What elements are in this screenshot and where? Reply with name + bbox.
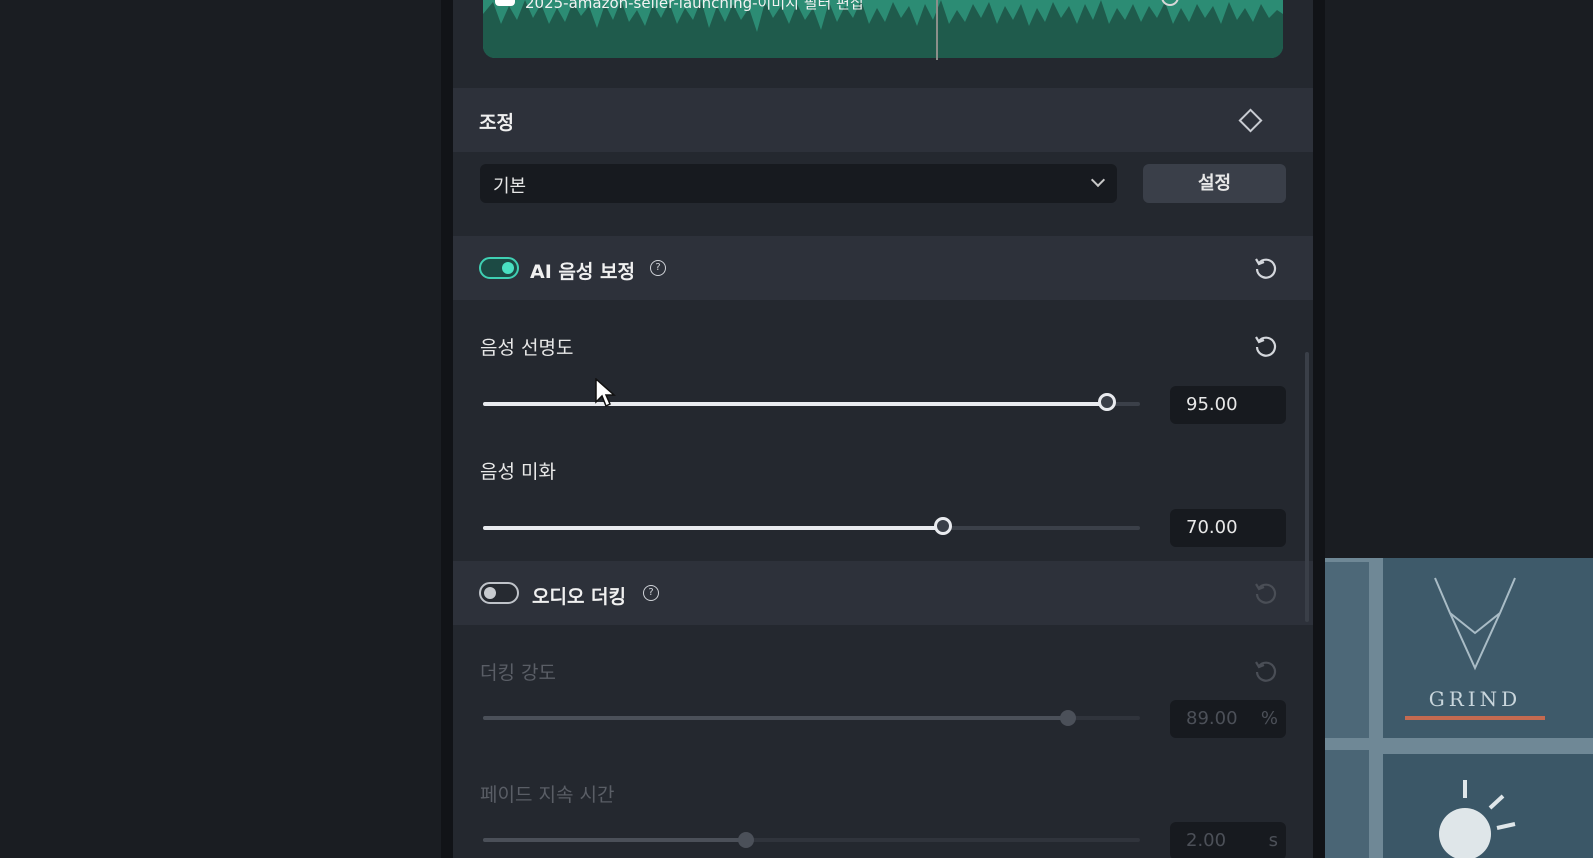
ai-voice-enhance-header: AI 음성 보정 ? — [453, 236, 1313, 300]
ducking-strength-slider — [483, 710, 1140, 726]
audio-clip-icon — [495, 0, 515, 6]
panel-scrollbar[interactable] — [1305, 352, 1309, 622]
slider-fill — [483, 526, 943, 530]
ducking-strength-value-field: 89.00 % — [1170, 700, 1286, 738]
slider-fill — [483, 838, 746, 842]
slider-thumb — [737, 832, 754, 848]
slider-thumb — [1059, 710, 1076, 726]
playhead-marker — [936, 0, 938, 60]
adjust-section-title: 조정 — [479, 112, 514, 134]
chevron-down-icon — [1090, 172, 1106, 188]
voice-beautify-value-field[interactable]: 70.00 — [1170, 509, 1286, 547]
voice-clarity-value: 95.00 — [1186, 394, 1238, 415]
fade-duration-unit: s — [1268, 830, 1278, 851]
video-preview-thumbnail: GRIND — [1325, 558, 1593, 858]
voice-beautify-label: 음성 미화 — [480, 461, 556, 483]
voice-clarity-value-field[interactable]: 95.00 — [1170, 386, 1286, 424]
preset-selected-value: 기본 — [493, 176, 527, 197]
slider-fill — [483, 716, 1068, 720]
audio-ducking-header: 오디오 더킹 ? — [453, 561, 1313, 625]
book-covers-image: GRIND — [1325, 558, 1593, 858]
right-divider — [1313, 0, 1325, 858]
preset-dropdown[interactable]: 기본 — [480, 164, 1117, 203]
ai-voice-enhance-toggle[interactable] — [479, 257, 519, 279]
fade-duration-value: 2.00 — [1186, 830, 1227, 851]
reset-icon[interactable] — [1253, 255, 1279, 281]
ducking-strength-unit: % — [1260, 708, 1278, 729]
grind-text: GRIND — [1429, 687, 1521, 711]
voice-clarity-reset-icon[interactable] — [1253, 333, 1279, 359]
audio-properties-panel: 2025-amazon-seller-launching-이미지 필터 편집 조… — [453, 0, 1313, 858]
toggle-knob — [484, 587, 496, 599]
ducking-strength-reset-icon — [1255, 661, 1277, 682]
slider-fill — [483, 402, 1108, 406]
voice-beautify-value: 70.00 — [1186, 517, 1238, 538]
question-circle-icon[interactable]: ? — [643, 585, 659, 601]
mouse-cursor-icon — [595, 378, 616, 408]
slider-thumb[interactable] — [1098, 393, 1117, 411]
fade-duration-label: 페이드 지속 시간 — [480, 784, 615, 806]
keyframe-diamond-icon[interactable] — [1238, 108, 1263, 133]
settings-button[interactable]: 설정 — [1143, 164, 1286, 203]
slider-thumb[interactable] — [933, 517, 952, 535]
ducking-strength-value: 89.00 — [1186, 708, 1238, 729]
fade-duration-value-field: 2.00 s — [1170, 822, 1286, 858]
toggle-knob — [502, 262, 514, 274]
voice-clarity-slider[interactable] — [483, 393, 1140, 411]
left-divider — [441, 0, 453, 858]
voice-beautify-slider[interactable] — [483, 517, 1140, 535]
clip-title: 2025-amazon-seller-launching-이미지 필터 편집 — [525, 0, 864, 12]
voice-clarity-label: 음성 선명도 — [480, 337, 574, 359]
adjust-section-header: 조정 — [453, 88, 1313, 152]
audio-ducking-title: 오디오 더킹 — [532, 586, 627, 608]
fade-duration-slider — [483, 832, 1140, 848]
reset-icon — [1255, 583, 1277, 604]
ducking-strength-label: 더킹 강도 — [480, 662, 556, 684]
question-circle-icon[interactable]: ? — [650, 260, 666, 276]
ai-voice-enhance-title: AI 음성 보정 — [530, 261, 635, 283]
audio-ducking-toggle[interactable] — [479, 582, 519, 604]
